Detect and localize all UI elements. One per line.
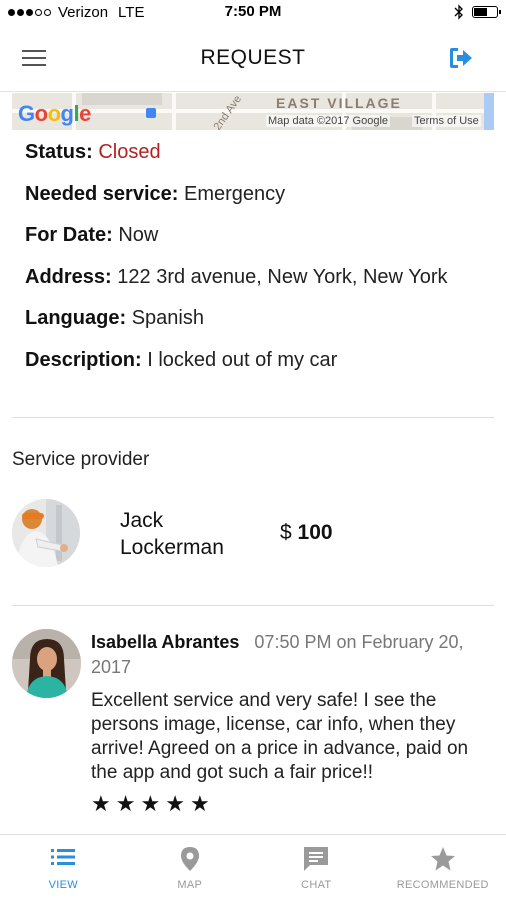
subway-icon <box>146 108 156 118</box>
provider-last-name: Lockerman <box>120 536 224 559</box>
terms-of-use-link[interactable]: Terms of Use <box>412 115 481 127</box>
page-title: REQUEST <box>200 46 306 69</box>
rating-star-icon: ★ <box>91 791 111 816</box>
bottom-tab-bar: VIEW MAP CHAT RECOMMENDED <box>0 834 506 900</box>
date-value: Now <box>118 224 159 247</box>
google-logo: Google <box>18 101 91 126</box>
app-header: REQUEST <box>0 28 506 92</box>
tab-chat-label: CHAT <box>301 879 332 891</box>
description-value: I locked out of my car <box>147 348 338 371</box>
clock: 7:50 PM <box>224 3 282 20</box>
date-row: For Date: Now <box>25 221 495 263</box>
description-label: Description: <box>25 348 142 371</box>
reviewer-name: Isabella Abrantes <box>91 632 240 652</box>
status-row: Status: Closed <box>25 138 495 180</box>
rating-star-icon: ★ <box>189 791 210 816</box>
price-value: 100 <box>297 521 333 544</box>
service-label: Needed service: <box>25 182 179 205</box>
tab-recommended-label: RECOMMENDED <box>396 879 489 891</box>
status-label: Status: <box>25 141 93 163</box>
river-area <box>484 93 494 130</box>
status-bar: Verizon LTE 7:50 PM <box>0 0 506 26</box>
language-row: Language: Spanish <box>25 304 495 346</box>
provider-avatar[interactable] <box>12 499 80 567</box>
tab-view[interactable]: VIEW <box>0 835 127 900</box>
language-label: Language: <box>25 307 127 330</box>
map-area-label: EAST VILLAGE <box>276 95 402 111</box>
service-row: Needed service: Emergency <box>25 180 495 222</box>
language-value: Spanish <box>131 307 204 330</box>
reviewer-avatar <box>12 629 81 698</box>
service-provider-heading: Service provider <box>12 449 150 470</box>
sign-out-icon[interactable] <box>448 46 474 70</box>
map-pin-icon <box>180 847 199 871</box>
star-icon <box>430 847 455 871</box>
map-preview[interactable]: 2nd Ave EAST VILLAGE Google Map data ©20… <box>12 93 494 130</box>
tab-map-label: MAP <box>177 879 203 891</box>
tab-chat[interactable]: CHAT <box>253 835 380 900</box>
service-value: Emergency <box>183 182 286 205</box>
provider-first-name: Jack <box>120 509 164 532</box>
address-value: 122 3rd avenue, New York, New York <box>117 265 448 288</box>
status-value: Closed <box>98 141 161 163</box>
rating-stars: ★ ★ ★ ★ ★ <box>91 793 210 815</box>
chat-icon <box>304 847 329 871</box>
divider <box>12 605 494 606</box>
bluetooth-icon <box>454 4 463 20</box>
list-icon <box>51 849 76 865</box>
tab-recommended[interactable]: RECOMMENDED <box>380 835 506 900</box>
currency-symbol: $ <box>280 521 292 544</box>
battery-icon <box>472 6 501 18</box>
rating-star-icon: ★ <box>165 791 185 816</box>
description-row: Description: I locked out of my car <box>25 346 495 388</box>
rating-star-icon: ★ <box>115 791 136 816</box>
address-label: Address: <box>25 265 112 288</box>
provider-price: $ 100 <box>280 521 333 545</box>
date-label: For Date: <box>25 224 113 247</box>
tab-map[interactable]: MAP <box>127 835 254 900</box>
divider <box>12 417 494 418</box>
provider-name[interactable]: Jack Lockerman <box>120 507 260 561</box>
review-header: Isabella Abrantes 07:50 PM on February 2… <box>91 630 471 680</box>
request-details: Status: Closed Needed service: Emergency… <box>25 138 495 388</box>
rating-star-icon: ★ <box>140 791 161 816</box>
tab-view-label: VIEW <box>48 879 78 891</box>
review-text: Excellent service and very safe! I see t… <box>91 690 469 783</box>
map-attribution: Map data ©2017 Google <box>266 115 391 127</box>
address-row: Address: 122 3rd avenue, New York, New Y… <box>25 263 495 305</box>
